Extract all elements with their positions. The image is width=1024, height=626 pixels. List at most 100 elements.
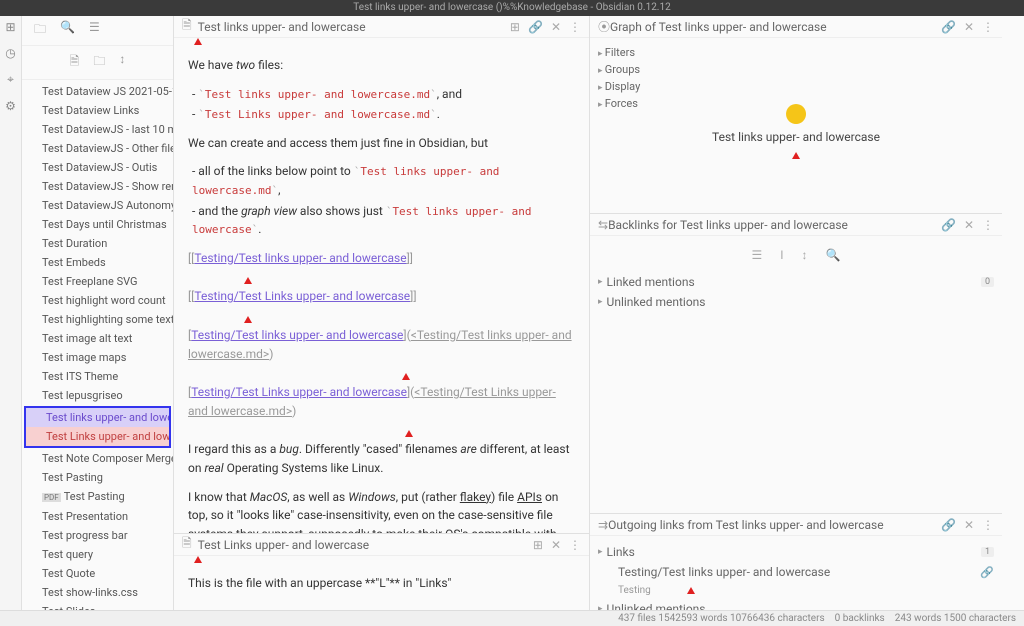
red-arrow-icon [244,277,252,284]
editor-content[interactable]: We have two files: Test links upper- and… [174,48,589,533]
file-item[interactable]: Test query [22,545,173,564]
file-item[interactable]: Test Days until Christmas [22,215,173,234]
close-icon[interactable]: ✕ [551,20,561,34]
link-icon: 🔗 [980,566,994,579]
file-item[interactable]: Test Pasting [22,468,173,487]
files-tab-icon[interactable]: 🗀 [34,20,46,41]
file-item[interactable]: Test show-links.css [22,583,173,602]
right-column: ⦿ Graph of Test links upper- and lowerca… [590,16,1002,626]
pane-title: Outgoing links from Test links upper- an… [608,518,941,532]
file-list[interactable]: Test Dataview JS 2021-05-16Test Dataview… [22,80,173,626]
preview-icon[interactable]: ⊞ [510,20,520,34]
md-link[interactable]: [Testing/Test Links upper- and lowercase… [188,383,575,420]
more-icon[interactable]: ⋮ [982,20,994,34]
close-icon[interactable]: ✕ [964,518,974,532]
file-item[interactable]: Test DataviewJS - Show remaining n [22,177,173,196]
pane-header: 🗎 Test Links upper- and lowercase ⊞ ✕ ⋮ [174,534,589,556]
md-link[interactable]: [Testing/Test links upper- and lowercase… [188,326,575,363]
file-item[interactable]: Test DataviewJS - Outis [22,158,173,177]
file-item[interactable]: Test Dataview JS 2021-05-16 [22,82,173,101]
file-item[interactable]: Test Presentation [22,507,173,526]
file-item[interactable]: Test Pasting [22,487,173,507]
backlink-tools: ☰ I ↕ 🔍 [598,244,994,272]
sort-icon[interactable]: ↕ [119,52,125,73]
close-icon[interactable]: ✕ [551,538,561,552]
list-item: all of the links below point to Test lin… [192,162,575,199]
file-item[interactable]: Test highlighting some text [22,310,173,329]
new-folder-icon[interactable]: 🗀 [93,52,105,73]
file-item[interactable]: Test DataviewJS - last 10 modified n [22,120,173,139]
ribbon-icon[interactable]: ⊞ [5,20,15,34]
pane-title: Test links upper- and lowercase [198,20,510,34]
preview-icon[interactable]: ⊞ [533,538,543,552]
more-icon[interactable]: ⋮ [982,218,994,232]
context-icon[interactable]: I [780,248,783,262]
file-item[interactable]: Test image alt text [22,329,173,348]
paragraph: We have two files: [188,56,575,75]
sidebar-tabs: 🗀 🔍 ☰ [22,16,173,46]
file-item[interactable]: Test Links upper- and lowercase [26,427,169,446]
outgoing-links[interactable]: Links1 [598,542,994,562]
close-icon[interactable]: ✕ [964,218,974,232]
collapse-icon[interactable]: ☰ [752,248,763,262]
more-icon[interactable]: ⋮ [569,538,581,552]
paragraph: I know that MacOS, as well as Windows, p… [188,488,575,534]
red-arrow-icon [687,587,695,594]
wikilink[interactable]: [[Testing/Test links upper- and lowercas… [188,249,575,268]
link-icon[interactable]: 🔗 [941,20,956,34]
more-icon[interactable]: ⋮ [982,518,994,532]
star-tab-icon[interactable]: ☰ [89,20,100,41]
graph-forces[interactable]: Forces [598,95,640,112]
paragraph: We can create and access them just fine … [188,134,575,153]
graph-canvas[interactable]: Filters Groups Display Forces Test links… [590,38,1002,213]
graph-node[interactable]: Test links upper- and lowercase [712,104,880,162]
backlinks-icon: ⇆ [598,218,608,232]
new-file-icon[interactable]: 🗎 [70,52,80,73]
linked-mentions[interactable]: Linked mentions0 [598,272,994,292]
link-icon[interactable]: 🔗 [941,518,956,532]
close-icon[interactable]: ✕ [964,20,974,34]
link-icon[interactable]: 🔗 [941,218,956,232]
red-arrow-icon [194,556,202,563]
status-backlinks: 0 backlinks [835,613,885,624]
graph-display[interactable]: Display [598,78,640,95]
graph-groups[interactable]: Groups [598,61,640,78]
ribbon-icon[interactable]: ⚙ [5,99,16,113]
red-arrow-icon [405,430,413,437]
search-tab-icon[interactable]: 🔍 [60,20,75,41]
outgoing-link-item[interactable]: Testing/Test links upper- and lowercase … [598,562,994,582]
file-item[interactable]: Test Embeds [22,253,173,272]
file-item[interactable]: Test Note Composer Merge [22,449,173,468]
file-item[interactable]: Test Freeplane SVG [22,272,173,291]
link-icon[interactable]: 🔗 [528,20,543,34]
file-item[interactable]: Test image maps [22,348,173,367]
more-icon[interactable]: ⋮ [569,20,581,34]
sort-icon[interactable]: ↕ [802,248,808,262]
file-item[interactable]: Test highlight word count [22,291,173,310]
file-item[interactable]: Test Dataview Links [22,101,173,120]
pane-title: Graph of Test links upper- and lowercase [610,20,941,34]
node-label: Test links upper- and lowercase [712,130,880,144]
file-item[interactable]: Test progress bar [22,526,173,545]
file-item[interactable]: Test Quote [22,564,173,583]
file-item[interactable]: Test links upper- and lowercase [26,408,169,427]
document-icon: 🗎 [182,16,192,37]
unlinked-mentions[interactable]: Unlinked mentions [598,292,994,312]
file-item[interactable]: Test DataviewJS AutonomyGaps 20 [22,196,173,215]
ribbon-icon[interactable]: ◷ [5,46,15,60]
pane-header: 🗎 Test links upper- and lowercase ⊞ 🔗 ✕ … [174,16,589,38]
wikilink[interactable]: [[Testing/Test Links upper- and lowercas… [188,287,575,306]
red-arrow-icon [194,38,202,45]
backlinks-pane: ⇆ Backlinks for Test links upper- and lo… [590,214,1002,514]
paragraph: This is the file with an uppercase **"L"… [188,574,575,593]
center-column: 🗎 Test links upper- and lowercase ⊞ 🔗 ✕ … [174,16,590,626]
document-icon: 🗎 [182,534,192,555]
file-item[interactable]: Test ITS Theme [22,367,173,386]
file-item[interactable]: Test lepusgriseo [22,386,173,405]
file-item[interactable]: Test DataviewJS - Other filetypes [22,139,173,158]
file-item[interactable]: Test Duration [22,234,173,253]
graph-filters[interactable]: Filters [598,44,640,61]
search-icon[interactable]: 🔍 [826,248,841,262]
ribbon-icon[interactable]: ⌖ [7,72,14,87]
main-area: 🗎 Test links upper- and lowercase ⊞ 🔗 ✕ … [174,16,1024,626]
